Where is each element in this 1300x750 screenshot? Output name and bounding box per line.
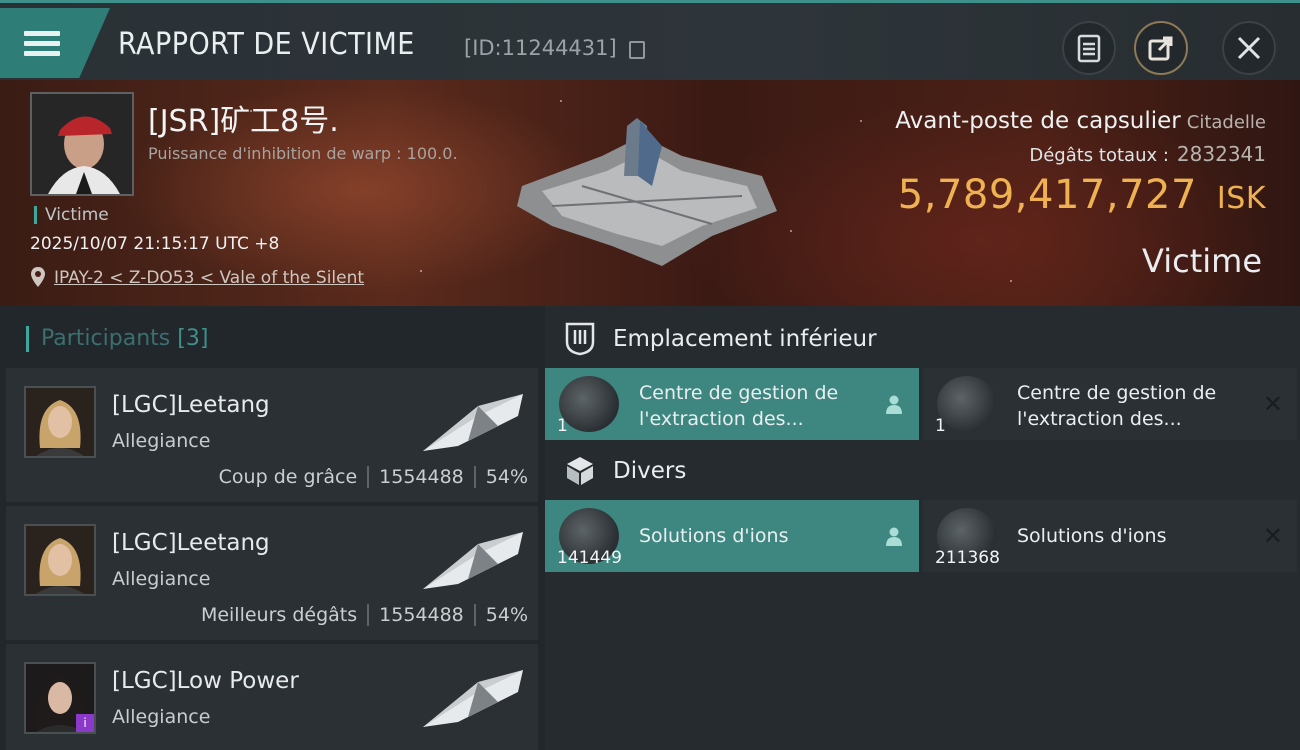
frigate-ship-icon <box>423 670 523 727</box>
participant-corp: Allegiance <box>112 706 211 728</box>
person-icon <box>886 527 902 546</box>
item-quantity: 1 <box>935 416 946 436</box>
clipboard-icon <box>1077 34 1101 63</box>
low-slot-icon <box>563 322 597 356</box>
participants-heading: Participants [3] <box>26 326 208 352</box>
participant-row[interactable]: i [LGC]Low Power Allegiance <box>6 644 538 750</box>
item-quantity: 141449 <box>557 548 622 568</box>
participant-avatar[interactable] <box>24 386 96 458</box>
fitting-item-destroyed[interactable]: 211368 Solutions d'ions ✕ <box>923 500 1297 572</box>
participant-avatar[interactable]: i <box>24 662 96 734</box>
warp-strength: Puissance d'inhibition de warp : 100.0. <box>148 144 458 163</box>
destroyed-x-icon: ✕ <box>1262 390 1283 418</box>
copy-icon[interactable] <box>629 41 645 59</box>
participant-name: [LGC]Low Power <box>112 668 299 694</box>
cube-icon <box>563 454 597 488</box>
ship-class: Citadelle <box>1186 112 1266 133</box>
participants-panel: Participants [3] [LGC]Leetang Allegiance… <box>0 306 545 750</box>
fitting-item-dropped[interactable]: 141449 Solutions d'ions <box>545 500 919 572</box>
participant-stats: Coup de grâce 1554488 54% <box>218 466 528 488</box>
participant-name: [LGC]Leetang <box>112 392 270 418</box>
portrait-image <box>32 94 132 194</box>
total-damage-value: 2832341 <box>1176 142 1266 166</box>
participant-stats: Meilleurs dégâts 1554488 54% <box>200 604 528 626</box>
isk-unit: ISK <box>1216 181 1266 216</box>
close-button[interactable] <box>1222 21 1276 75</box>
item-quantity: 1 <box>557 416 568 436</box>
participant-corp: Allegiance <box>112 430 211 452</box>
frigate-ship-icon <box>423 532 523 589</box>
victim-avatar[interactable] <box>30 92 134 196</box>
total-damage: Dégâts totaux :2832341 <box>1029 142 1266 166</box>
participant-row[interactable]: [LGC]Leetang Allegiance Meilleurs dégâts… <box>6 506 538 640</box>
share-icon <box>1148 36 1173 61</box>
close-icon <box>1237 36 1261 60</box>
item-label: Solutions d'ions <box>1017 525 1167 547</box>
report-id: [ID:11244431] <box>464 36 617 60</box>
top-bar: RAPPORT DE VICTIME [ID:11244431] <box>0 0 1300 80</box>
victim-role-tag: Victime <box>34 206 109 224</box>
fitting-item-destroyed[interactable]: 1 Centre de gestion de l'extraction des.… <box>923 368 1297 440</box>
share-button[interactable] <box>1134 21 1188 75</box>
fitting-item-dropped[interactable]: 1 Centre de gestion de l'extraction des.… <box>545 368 919 440</box>
hamburger-icon <box>24 26 60 61</box>
participant-row[interactable]: [LGC]Leetang Allegiance Coup de grâce 155… <box>6 368 538 502</box>
location-link[interactable]: IPAY-2 < Z-DO53 < Vale of the Silent <box>54 268 364 288</box>
kill-datetime: 2025/10/07 21:15:17 UTC +8 <box>30 234 280 254</box>
destroyed-x-icon: ✕ <box>1262 522 1283 550</box>
module-icon <box>559 376 619 432</box>
low-slot-heading: Emplacement inférieur <box>563 322 877 356</box>
participant-name: [LGC]Leetang <box>112 530 270 556</box>
page-title: RAPPORT DE VICTIME <box>118 27 415 62</box>
clipboard-button[interactable] <box>1062 21 1116 75</box>
person-icon <box>886 395 902 414</box>
participant-avatar[interactable] <box>24 524 96 596</box>
item-label: Centre de gestion de l'extraction des... <box>639 382 839 430</box>
menu-button[interactable] <box>0 8 110 78</box>
item-label: Solutions d'ions <box>639 525 789 547</box>
fitting-panel: Emplacement inférieur 1 Centre de gestio… <box>545 306 1300 750</box>
frigate-ship-icon <box>423 394 523 451</box>
victim-status: Victime <box>1142 242 1262 280</box>
item-quantity: 211368 <box>935 548 1000 568</box>
participant-corp: Allegiance <box>112 568 211 590</box>
misc-heading: Divers <box>563 454 686 488</box>
isk-value: 5,789,417,727 ISK <box>897 172 1266 218</box>
citadel-ship-image <box>517 118 777 266</box>
info-badge-icon: i <box>76 714 94 732</box>
victim-name[interactable]: [JSR]矿工8号. <box>148 96 339 140</box>
module-icon <box>937 376 997 432</box>
victim-hero: [JSR]矿工8号. Puissance d'inhibition de war… <box>0 80 1300 306</box>
ship-type: Avant-poste de capsulier Citadelle <box>895 108 1266 134</box>
location-pin-icon <box>31 267 45 287</box>
item-label: Centre de gestion de l'extraction des... <box>1017 382 1217 430</box>
